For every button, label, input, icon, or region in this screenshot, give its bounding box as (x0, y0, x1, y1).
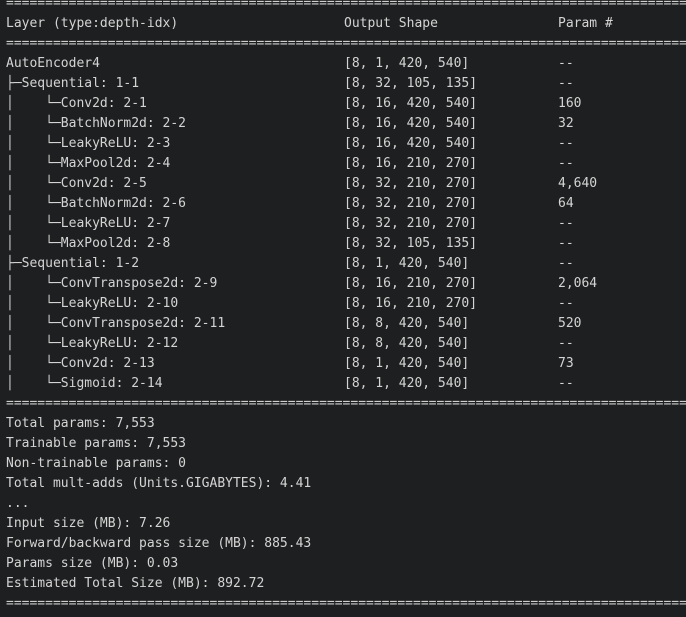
header-row: Layer (type:depth-idx) Output Shape Para… (0, 14, 686, 34)
layer-name: │ └─LeakyReLU: 2-3 (6, 136, 171, 151)
param-count: 64 (558, 196, 574, 211)
layer-row: │ └─LeakyReLU: 2-7 [8, 32, 210, 270] -- (0, 214, 686, 234)
size-line: Input size (MB): 7.26 (6, 516, 171, 531)
layer-row: ├─Sequential: 1-1 [8, 32, 105, 135] -- (0, 74, 686, 94)
header-param-count: Param # (558, 16, 613, 31)
output-shape: [8, 1, 420, 540] (344, 56, 470, 71)
layer-row: │ └─ConvTranspose2d: 2-9 [8, 16, 210, 270… (0, 274, 686, 294)
output-shape: [8, 32, 105, 135] (344, 76, 478, 91)
separator-bottom: ========================================… (6, 596, 686, 611)
param-count: 73 (558, 356, 574, 371)
layer-name: │ └─MaxPool2d: 2-4 (6, 156, 171, 171)
header-layer: Layer (type:depth-idx) (6, 16, 179, 31)
layer-name: AutoEncoder4 (6, 56, 100, 71)
param-count: 32 (558, 116, 574, 131)
output-shape: [8, 1, 420, 540] (344, 356, 470, 371)
output-shape: [8, 16, 210, 270] (344, 276, 478, 291)
output-shape: [8, 32, 210, 270] (344, 196, 478, 211)
summary-line: Trainable params: 7,553 (6, 436, 187, 451)
param-count: -- (558, 76, 574, 91)
param-count: -- (558, 376, 574, 391)
layer-row: │ └─Conv2d: 2-1 [8, 16, 420, 540] 160 (0, 94, 686, 114)
layer-row: │ └─BatchNorm2d: 2-2 [8, 16, 420, 540] 32 (0, 114, 686, 134)
output-shape: [8, 1, 420, 540] (344, 256, 470, 271)
layer-row: │ └─MaxPool2d: 2-4 [8, 16, 210, 270] -- (0, 154, 686, 174)
layer-row: │ └─Conv2d: 2-13 [8, 1, 420, 540] 73 (0, 354, 686, 374)
layer-row: AutoEncoder4 [8, 1, 420, 540] -- (0, 54, 686, 74)
layer-row: │ └─LeakyReLU: 2-3 [8, 16, 420, 540] -- (0, 134, 686, 154)
layer-row: │ └─ConvTranspose2d: 2-11 [8, 8, 420, 540… (0, 314, 686, 334)
param-count: -- (558, 56, 574, 71)
layer-row: ├─Sequential: 1-2 [8, 1, 420, 540] -- (0, 254, 686, 274)
param-count: -- (558, 336, 574, 351)
output-shape: [8, 32, 105, 135] (344, 236, 478, 251)
output-shape: [8, 32, 210, 270] (344, 216, 478, 231)
layer-row: │ └─LeakyReLU: 2-12 [8, 8, 420, 540] -- (0, 334, 686, 354)
layer-name: │ └─MaxPool2d: 2-8 (6, 236, 171, 251)
output-shape: [8, 16, 210, 270] (344, 296, 478, 311)
summary-line: ... (6, 496, 30, 511)
layer-name: │ └─BatchNorm2d: 2-6 (6, 196, 187, 211)
size-line: Forward/backward pass size (MB): 885.43 (6, 536, 312, 551)
layer-row: │ └─MaxPool2d: 2-8 [8, 32, 105, 135] -- (0, 234, 686, 254)
param-count: -- (558, 156, 574, 171)
param-count: -- (558, 236, 574, 251)
output-shape: [8, 8, 420, 540] (344, 336, 470, 351)
layer-name: │ └─ConvTranspose2d: 2-9 (6, 276, 218, 291)
separator-top: ========================================… (6, 0, 686, 11)
layer-name: │ └─ConvTranspose2d: 2-11 (6, 316, 226, 331)
param-count: 4,640 (558, 176, 598, 191)
layer-name: ├─Sequential: 1-1 (6, 76, 140, 91)
param-count: 520 (558, 316, 582, 331)
summary-line: Total mult-adds (Units.GIGABYTES): 4.41 (6, 476, 312, 491)
layer-name: │ └─Conv2d: 2-5 (6, 176, 147, 191)
layer-row: │ └─BatchNorm2d: 2-6 [8, 32, 210, 270] 64 (0, 194, 686, 214)
output-shape: [8, 32, 210, 270] (344, 176, 478, 191)
summary-line: Non-trainable params: 0 (6, 456, 187, 471)
layer-name: │ └─Sigmoid: 2-14 (6, 376, 163, 391)
header-output-shape: Output Shape (344, 16, 438, 31)
param-count: -- (558, 136, 574, 151)
output-shape: [8, 16, 210, 270] (344, 156, 478, 171)
output-shape: [8, 16, 420, 540] (344, 96, 478, 111)
output-shape: [8, 16, 420, 540] (344, 136, 478, 151)
size-line: Estimated Total Size (MB): 892.72 (6, 576, 265, 591)
param-count: -- (558, 216, 574, 231)
param-count: -- (558, 296, 574, 311)
separator-body: ========================================… (6, 396, 686, 411)
separator-header: ========================================… (6, 36, 686, 51)
layer-name: │ └─BatchNorm2d: 2-2 (6, 116, 187, 131)
summary-line: Total params: 7,553 (6, 416, 155, 431)
layer-name: │ └─Conv2d: 2-13 (6, 356, 155, 371)
layer-name: │ └─Conv2d: 2-1 (6, 96, 147, 111)
param-count: -- (558, 256, 574, 271)
output-shape: [8, 1, 420, 540] (344, 376, 470, 391)
output-shape: [8, 8, 420, 540] (344, 316, 470, 331)
layer-name: ├─Sequential: 1-2 (6, 256, 140, 271)
layer-row: │ └─Sigmoid: 2-14 [8, 1, 420, 540] -- (0, 374, 686, 394)
param-count: 160 (558, 96, 582, 111)
layer-name: │ └─LeakyReLU: 2-10 (6, 296, 179, 311)
size-line: Params size (MB): 0.03 (6, 556, 179, 571)
layer-name: │ └─LeakyReLU: 2-12 (6, 336, 179, 351)
layer-name: │ └─LeakyReLU: 2-7 (6, 216, 171, 231)
output-shape: [8, 16, 420, 540] (344, 116, 478, 131)
layer-row: │ └─Conv2d: 2-5 [8, 32, 210, 270] 4,640 (0, 174, 686, 194)
layer-row: │ └─LeakyReLU: 2-10 [8, 16, 210, 270] -- (0, 294, 686, 314)
param-count: 2,064 (558, 276, 598, 291)
